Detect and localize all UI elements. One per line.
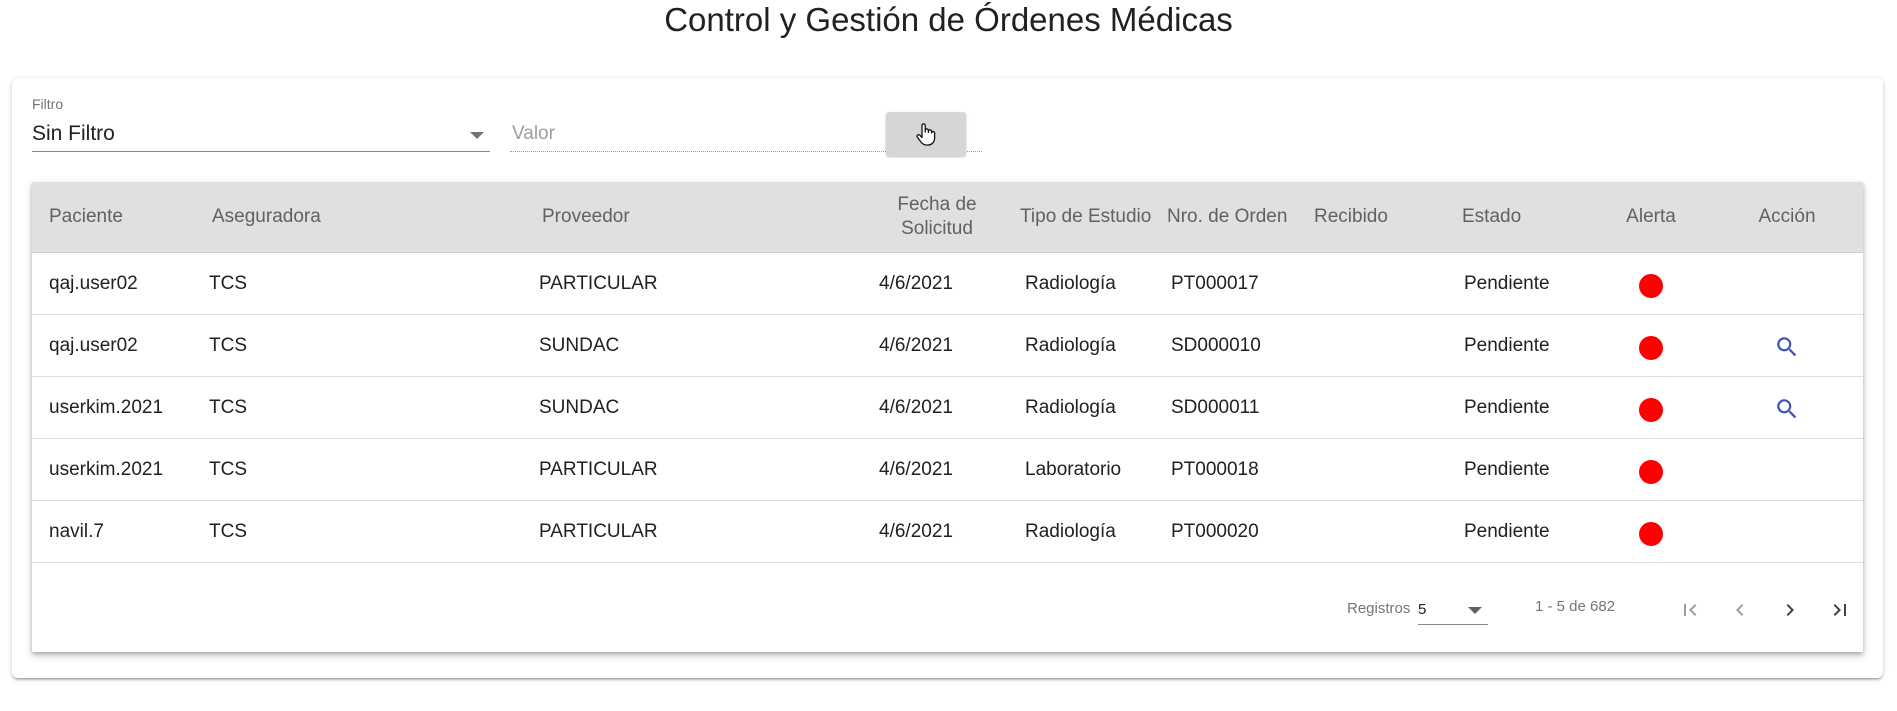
filter-select[interactable]: Sin Filtro <box>32 118 490 152</box>
page-title: Control y Gestión de Órdenes Médicas <box>664 1 1233 38</box>
cell-estado: Pendiente <box>1464 520 1550 542</box>
table-row[interactable]: userkim.2021 TCS SUNDAC 4/6/2021 Radiología S… <box>32 377 1863 439</box>
cell-estado: Pendiente <box>1464 458 1550 480</box>
previous-page-button[interactable] <box>1722 592 1758 628</box>
header-accion: Acción <box>1758 206 1816 227</box>
cell-proveedor: PARTICULAR <box>539 458 658 480</box>
filter-selected-value: Sin Filtro <box>32 122 115 145</box>
table-row[interactable]: qaj.user02 TCS SUNDAC 4/6/2021 Radiología SD0… <box>32 315 1863 377</box>
cell-orden: PT000020 <box>1171 520 1259 542</box>
chevron-down-icon <box>1468 607 1482 614</box>
cell-fecha: 4/6/2021 <box>879 272 953 294</box>
filter-action-button[interactable] <box>886 112 966 156</box>
cell-proveedor: SUNDAC <box>539 396 620 418</box>
filter-label: Filtro <box>32 96 64 112</box>
view-order-button[interactable] <box>1772 394 1802 424</box>
alert-indicator <box>1639 522 1663 546</box>
cell-orden: PT000018 <box>1171 458 1259 480</box>
cell-tipo: Radiología <box>1025 396 1116 418</box>
cell-estado: Pendiente <box>1464 272 1550 294</box>
header-fecha[interactable]: Fecha de Solicitud <box>872 182 1002 252</box>
cell-aseguradora: TCS <box>209 458 247 480</box>
alert-indicator <box>1639 398 1663 422</box>
cell-fecha: 4/6/2021 <box>879 334 953 356</box>
cell-estado: Pendiente <box>1464 334 1550 356</box>
header-proveedor[interactable]: Proveedor <box>542 182 742 252</box>
cell-tipo: Radiología <box>1025 272 1116 294</box>
cell-paciente: userkim.2021 <box>49 396 164 418</box>
last-page-button[interactable] <box>1822 592 1858 628</box>
table-row[interactable]: userkim.2021 TCS PARTICULAR 4/6/2021 Laborat… <box>32 439 1863 501</box>
cell-aseguradora: TCS <box>209 272 247 294</box>
paginator: Registros 5 1 - 5 de 682 <box>32 568 1863 652</box>
header-paciente[interactable]: Paciente <box>49 182 189 252</box>
next-page-button[interactable] <box>1772 592 1808 628</box>
page-size-value: 5 <box>1418 601 1427 618</box>
header-recibido[interactable]: Recibido <box>1314 182 1414 252</box>
cell-paciente: qaj.user02 <box>49 272 138 294</box>
header-alerta[interactable]: Alerta <box>1606 182 1696 252</box>
search-icon <box>1777 337 1797 357</box>
header-orden[interactable]: Nro. de Orden <box>1167 182 1307 252</box>
cell-tipo: Radiología <box>1025 334 1116 356</box>
alert-indicator <box>1639 336 1663 360</box>
cell-orden: PT000017 <box>1171 272 1259 294</box>
table-row[interactable]: qaj.user02 TCS PARTICULAR 4/6/2021 Radiologí… <box>32 253 1863 315</box>
cell-aseguradora: TCS <box>209 520 247 542</box>
orders-card: Filtro Sin Filtro Paciente Aseguradora P… <box>12 78 1883 678</box>
cell-proveedor: PARTICULAR <box>539 272 658 294</box>
cell-tipo: Radiología <box>1025 520 1116 542</box>
cell-fecha: 4/6/2021 <box>879 520 953 542</box>
last-page-icon <box>1833 604 1846 616</box>
first-page-button[interactable] <box>1672 592 1708 628</box>
cell-proveedor: SUNDAC <box>539 334 620 356</box>
chevron-down-icon <box>470 132 484 139</box>
alert-indicator <box>1639 460 1663 484</box>
cell-tipo: Laboratorio <box>1025 458 1122 480</box>
chevron-left-icon <box>1736 604 1744 616</box>
header-estado[interactable]: Estado <box>1462 182 1562 252</box>
page-size-select[interactable]: 5 <box>1418 596 1488 625</box>
header-aseguradora[interactable]: Aseguradora <box>212 182 412 252</box>
cell-paciente: userkim.2021 <box>49 458 164 480</box>
paginator-label: Registros <box>1347 600 1411 617</box>
hand-pointer-icon <box>916 123 936 146</box>
table-body: qaj.user02 TCS PARTICULAR 4/6/2021 Radiologí… <box>32 253 1863 563</box>
alert-indicator <box>1639 274 1663 298</box>
paginator-range: 1 - 5 de 682 <box>1535 598 1616 615</box>
cell-orden: SD000011 <box>1171 396 1260 418</box>
table-row[interactable]: navil.7 TCS PARTICULAR 4/6/2021 Radiología PT… <box>32 501 1863 563</box>
search-icon <box>1777 399 1797 419</box>
view-order-button[interactable] <box>1772 332 1802 362</box>
cell-orden: SD000010 <box>1171 334 1261 356</box>
cell-aseguradora: TCS <box>209 334 247 356</box>
header-tipo[interactable]: Tipo de Estudio <box>1020 182 1170 252</box>
first-page-icon <box>1684 604 1697 616</box>
table-header: Paciente Aseguradora Proveedor Fecha de … <box>32 182 1863 253</box>
cell-paciente: qaj.user02 <box>49 334 138 356</box>
chevron-right-icon <box>1786 604 1794 616</box>
cell-proveedor: PARTICULAR <box>539 520 658 542</box>
cell-fecha: 4/6/2021 <box>879 458 953 480</box>
cell-aseguradora: TCS <box>209 396 247 418</box>
orders-table: Paciente Aseguradora Proveedor Fecha de … <box>32 182 1863 652</box>
cell-paciente: navil.7 <box>49 520 104 542</box>
cell-fecha: 4/6/2021 <box>879 396 953 418</box>
cell-estado: Pendiente <box>1464 396 1550 418</box>
